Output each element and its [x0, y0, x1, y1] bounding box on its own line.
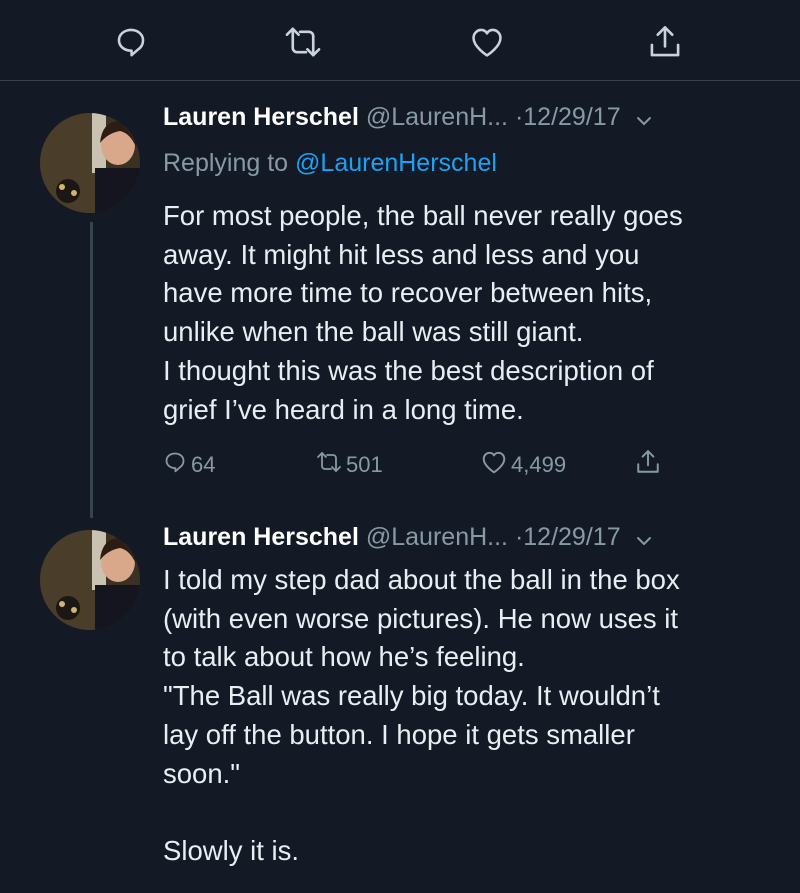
user-handle[interactable]: @LaurenH...	[366, 523, 508, 551]
retweet-icon[interactable]	[283, 22, 323, 62]
divider	[0, 80, 800, 81]
display-name[interactable]: Lauren Herschel	[163, 103, 359, 131]
thread-connector-line	[90, 222, 93, 518]
top-action-bar	[0, 0, 800, 80]
retweet-icon	[316, 451, 342, 479]
replying-to-handle[interactable]: @LaurenHerschel	[295, 149, 497, 177]
avatar[interactable]	[40, 113, 140, 213]
replying-to: Replying to @LaurenHerschel	[163, 148, 497, 178]
share-icon[interactable]	[645, 22, 685, 62]
share-button[interactable]	[636, 448, 660, 482]
tweet-date[interactable]: ·12/29/17	[515, 523, 621, 551]
tweet-text: I told my step dad about the ball in the…	[163, 564, 680, 866]
retweet-count[interactable]: 501	[316, 448, 383, 482]
avatar[interactable]	[40, 530, 140, 630]
user-handle[interactable]: @LaurenH...	[366, 103, 508, 131]
tweet-date[interactable]: ·12/29/17	[515, 103, 621, 131]
tweet-header: Lauren Herschel @LaurenH... ·12/29/17	[163, 522, 652, 553]
tweet-text: For most people, the ball never really g…	[163, 200, 683, 425]
tweet-header: Lauren Herschel @LaurenH... ·12/29/17	[163, 102, 652, 133]
display-name[interactable]: Lauren Herschel	[163, 523, 359, 551]
heart-icon	[481, 450, 507, 480]
reply-icon[interactable]	[111, 22, 151, 62]
replying-to-label: Replying to	[163, 149, 289, 177]
reply-count-value: 64	[191, 452, 216, 477]
retweet-count-value: 501	[346, 452, 383, 477]
like-count[interactable]: 4,499	[481, 448, 566, 482]
share-icon	[636, 449, 660, 481]
reply-icon	[163, 450, 187, 480]
like-count-value: 4,499	[511, 452, 567, 477]
heart-icon[interactable]	[467, 22, 507, 62]
chevron-down-icon[interactable]	[636, 523, 652, 553]
reply-count[interactable]: 64	[163, 448, 215, 482]
chevron-down-icon[interactable]	[636, 103, 652, 133]
